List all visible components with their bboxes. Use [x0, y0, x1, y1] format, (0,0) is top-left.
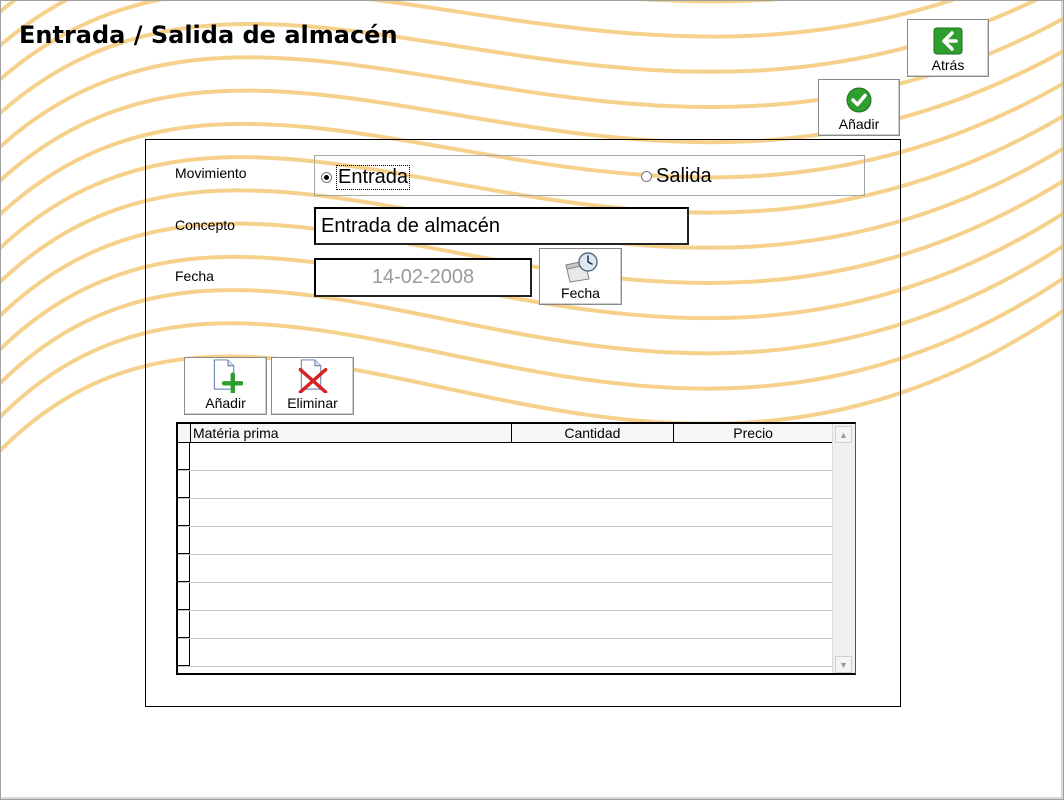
- scroll-up-arrow-icon[interactable]: ▲: [835, 426, 852, 443]
- swirl-line: [1, 1, 956, 82]
- table-cell[interactable]: [190, 443, 833, 470]
- table-cell[interactable]: [190, 527, 833, 554]
- row-selector[interactable]: [178, 583, 190, 610]
- document-delete-icon: [298, 359, 327, 393]
- table-scrollbar[interactable]: ▲ ▼: [832, 424, 855, 673]
- back-button[interactable]: Atrás: [907, 19, 989, 77]
- column-header-precio[interactable]: Precio: [674, 424, 833, 442]
- calendar-clock-icon: [564, 252, 598, 283]
- radio-entrada-indicator[interactable]: [321, 172, 332, 183]
- radio-entrada[interactable]: Entrada: [321, 165, 411, 190]
- checkmark-icon: [846, 87, 872, 113]
- movement-radio-group: Entrada Salida: [314, 155, 865, 196]
- table-row[interactable]: [178, 443, 833, 471]
- date-label: Fecha: [175, 268, 214, 284]
- table-cell[interactable]: [190, 555, 833, 582]
- radio-salida-label: Salida: [656, 165, 712, 187]
- table-header: Matéria prima Cantidad Precio: [178, 424, 833, 443]
- table-cell[interactable]: [190, 583, 833, 610]
- back-arrow-icon: [933, 27, 963, 55]
- app-window: Entrada / Salida de almacén Atrás Añadir…: [0, 0, 1064, 800]
- concept-input[interactable]: [314, 207, 689, 245]
- table-row[interactable]: [178, 611, 833, 639]
- table-cell[interactable]: [190, 499, 833, 526]
- table-cell[interactable]: [190, 639, 833, 666]
- date-input[interactable]: [314, 258, 532, 297]
- lines-table[interactable]: Matéria prima Cantidad Precio ▲ ▼: [176, 422, 856, 675]
- table-row[interactable]: [178, 639, 833, 667]
- document-add-icon: [213, 359, 243, 393]
- header-row-selector: [178, 424, 191, 442]
- radio-entrada-label: Entrada: [336, 165, 411, 190]
- row-selector[interactable]: [178, 611, 190, 638]
- add-button[interactable]: Añadir: [818, 79, 900, 136]
- row-selector[interactable]: [178, 527, 190, 554]
- radio-salida[interactable]: Salida: [641, 165, 712, 188]
- add-line-button-label: Añadir: [205, 395, 246, 411]
- row-selector[interactable]: [178, 499, 190, 526]
- date-picker-button[interactable]: Fecha: [539, 248, 622, 305]
- table-cell[interactable]: [190, 611, 833, 638]
- radio-salida-indicator[interactable]: [641, 171, 652, 182]
- table-row[interactable]: [178, 555, 833, 583]
- table-cell[interactable]: [190, 471, 833, 498]
- page-title: Entrada / Salida de almacén: [19, 21, 398, 49]
- delete-line-button[interactable]: Eliminar: [271, 357, 354, 415]
- movement-label: Movimiento: [175, 165, 247, 181]
- row-selector[interactable]: [178, 471, 190, 498]
- delete-line-button-label: Eliminar: [287, 395, 338, 411]
- back-button-label: Atrás: [931, 57, 965, 73]
- table-body: [178, 443, 833, 667]
- table-row[interactable]: [178, 527, 833, 555]
- table-row[interactable]: [178, 471, 833, 499]
- scroll-down-arrow-icon[interactable]: ▼: [835, 656, 852, 673]
- row-selector[interactable]: [178, 555, 190, 582]
- add-button-label: Añadir: [838, 116, 880, 132]
- column-header-materia-prima[interactable]: Matéria prima: [191, 424, 512, 442]
- table-row[interactable]: [178, 499, 833, 527]
- add-line-button[interactable]: Añadir: [184, 357, 267, 415]
- concept-label: Concepto: [175, 217, 235, 233]
- row-selector[interactable]: [178, 639, 190, 666]
- column-header-cantidad[interactable]: Cantidad: [512, 424, 675, 442]
- date-picker-button-label: Fecha: [561, 285, 600, 301]
- row-selector[interactable]: [178, 443, 190, 470]
- table-row[interactable]: [178, 583, 833, 611]
